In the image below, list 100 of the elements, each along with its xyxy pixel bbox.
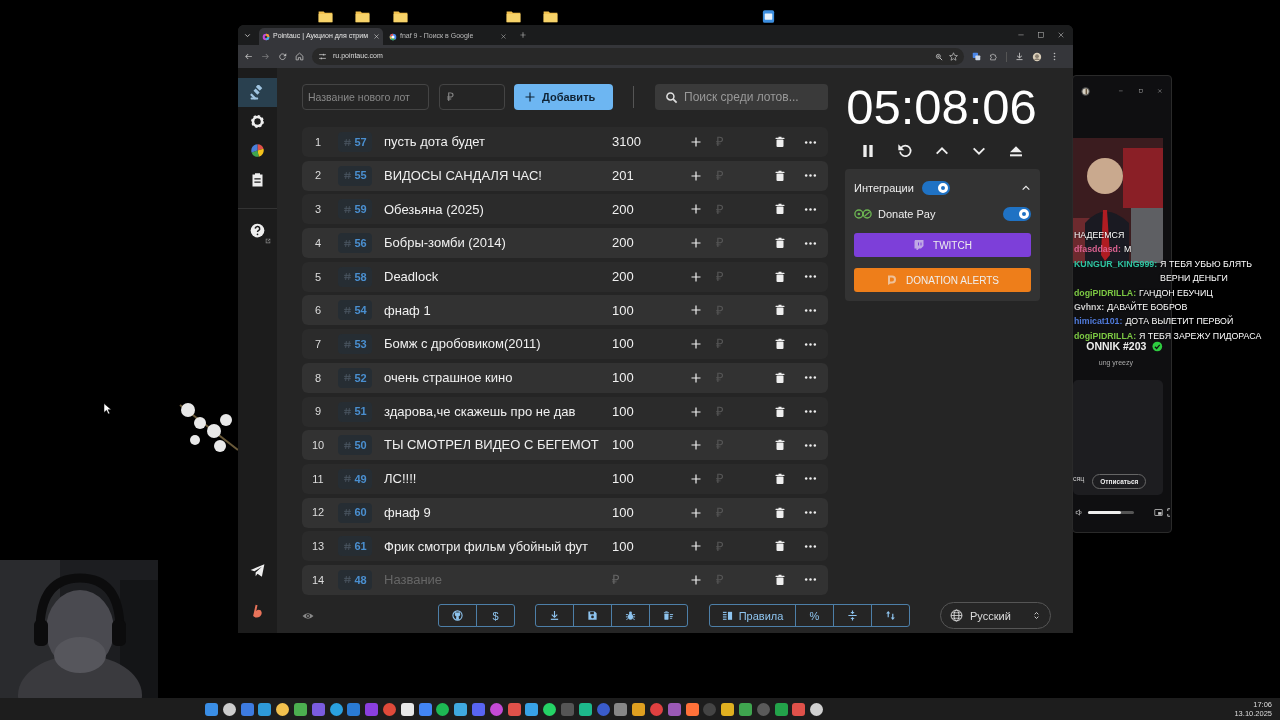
percent-button[interactable]: % xyxy=(795,604,834,628)
extension-icon[interactable] xyxy=(972,52,981,61)
download-icon[interactable] xyxy=(1015,52,1024,61)
delete-icon[interactable] xyxy=(774,405,786,418)
volume-icon[interactable] xyxy=(1075,508,1084,517)
app-icon[interactable] xyxy=(329,702,343,716)
lot-row[interactable]: 11 49 ЛС!!!! 100 ₽ xyxy=(302,463,828,494)
delete-icon[interactable] xyxy=(774,573,786,586)
restart-icon[interactable] xyxy=(896,143,913,159)
chevron-icon[interactable] xyxy=(1021,183,1031,193)
sort-button[interactable] xyxy=(871,604,910,628)
compress-button[interactable] xyxy=(833,604,872,628)
app-icon[interactable] xyxy=(721,702,735,716)
add-icon[interactable] xyxy=(690,573,702,586)
lot-row[interactable]: 3 59 Обезьяна (2025) 200 ₽ xyxy=(302,194,828,225)
rules-button[interactable]: Правила xyxy=(709,604,796,628)
site-info-icon[interactable] xyxy=(318,52,327,61)
app-icon[interactable] xyxy=(436,702,450,716)
volume-slider[interactable] xyxy=(1088,511,1134,514)
add-icon[interactable] xyxy=(690,338,702,351)
lot-row[interactable]: 12 60 фнаф 9 100 ₽ xyxy=(302,497,828,528)
close-icon[interactable] xyxy=(1157,87,1163,95)
app-icon[interactable] xyxy=(276,702,290,716)
add-icon[interactable] xyxy=(690,237,702,250)
add-icon[interactable] xyxy=(690,540,702,553)
app-icon[interactable] xyxy=(578,702,592,716)
delete-icon[interactable] xyxy=(774,136,786,148)
app-icon[interactable] xyxy=(810,702,824,716)
app-icon[interactable] xyxy=(632,702,646,716)
add-lot-button[interactable]: Добавить xyxy=(514,84,613,110)
sidebar-item[interactable] xyxy=(238,78,277,107)
picture-in-picture-icon[interactable] xyxy=(1154,508,1163,517)
delete-icon[interactable] xyxy=(774,371,786,384)
add-icon[interactable] xyxy=(690,203,702,216)
back-icon[interactable] xyxy=(244,52,253,61)
toggle-switch[interactable] xyxy=(921,181,950,195)
app-icon[interactable] xyxy=(685,702,699,716)
delete-icon[interactable] xyxy=(774,540,786,553)
delete-icon[interactable] xyxy=(774,506,786,519)
lot-row[interactable]: 8 52 очень страшное кино 100 ₽ xyxy=(302,362,828,393)
home-icon[interactable] xyxy=(295,52,304,61)
add-icon[interactable] xyxy=(690,439,702,452)
app-icon[interactable] xyxy=(525,702,539,716)
lot-row[interactable]: 13 61 Фрик смотри фильм убойный фут 100 ₽ xyxy=(302,531,828,562)
delete-icon[interactable] xyxy=(774,472,786,485)
lot-row[interactable]: 9 51 здарова,че скажешь про не дав 100 ₽ xyxy=(302,396,828,427)
delete-icon[interactable] xyxy=(774,304,786,317)
add-icon[interactable] xyxy=(690,169,702,182)
lot-row[interactable]: 5 58 Deadlock 200 ₽ xyxy=(302,261,828,292)
folder-icon[interactable] xyxy=(543,9,558,25)
toggle-switch[interactable] xyxy=(1003,207,1031,221)
bug-report-button[interactable] xyxy=(611,604,650,628)
folder-icon[interactable] xyxy=(355,9,370,25)
profile-avatar-icon[interactable] xyxy=(1032,51,1042,62)
close-icon[interactable] xyxy=(500,33,507,40)
app-icon[interactable] xyxy=(294,702,307,716)
add-icon[interactable] xyxy=(690,405,702,418)
delete-icon[interactable] xyxy=(774,439,786,452)
add-icon[interactable] xyxy=(690,506,702,519)
folder-icon[interactable] xyxy=(506,9,521,25)
add-icon[interactable] xyxy=(690,304,702,317)
lot-row[interactable]: 2 55 ВИДОСЫ САНДАЛЯ ЧАС! 201 ₽ xyxy=(302,160,828,191)
lot-row[interactable]: 6 54 фнаф 1 100 ₽ xyxy=(302,295,828,326)
twitch-button[interactable]: TWITCH xyxy=(854,233,1031,257)
delete-icon[interactable] xyxy=(774,338,786,351)
github-button[interactable] xyxy=(438,604,477,628)
maximize-icon[interactable] xyxy=(1037,31,1045,39)
download-button[interactable] xyxy=(535,604,574,628)
app-icon[interactable] xyxy=(400,702,414,716)
folder-icon[interactable] xyxy=(393,9,408,25)
delete-icon[interactable] xyxy=(774,270,786,283)
paper-plane-icon[interactable] xyxy=(250,563,265,578)
lot-row[interactable]: 7 53 Бомж с дробовиком(2011) 100 ₽ xyxy=(302,329,828,360)
lot-row[interactable]: 1 57 пусть дота будет 3100 ₽ xyxy=(302,127,828,157)
reload-icon[interactable] xyxy=(278,52,287,61)
close-icon[interactable] xyxy=(1057,31,1065,39)
add-icon[interactable] xyxy=(690,270,702,283)
delete-icon[interactable] xyxy=(774,237,786,250)
lot-row[interactable]: 4 56 Бобры-зомби (2014) 200 ₽ xyxy=(302,228,828,259)
app-icon[interactable] xyxy=(222,702,236,716)
maximize-icon[interactable] xyxy=(1137,87,1144,95)
app-icon[interactable] xyxy=(454,702,468,716)
zoom-icon[interactable] xyxy=(935,52,943,61)
save-button[interactable] xyxy=(573,604,612,628)
add-icon[interactable] xyxy=(690,472,702,485)
bookmark-star-icon[interactable] xyxy=(949,52,958,61)
add-icon[interactable] xyxy=(690,136,702,148)
lot-row[interactable]: 10 50 ТЫ СМОТРЕЛ ВИДЕО С БЕГЕМОТ 100 ₽ xyxy=(302,430,828,461)
notes-app-icon[interactable] xyxy=(761,9,776,25)
extensions-icon[interactable] xyxy=(989,52,998,61)
avatar-icon[interactable] xyxy=(1081,84,1091,98)
folder-icon[interactable] xyxy=(318,9,333,25)
donate-button[interactable]: $ xyxy=(476,604,515,628)
search-field[interactable]: Поиск среди лотов... xyxy=(655,84,828,110)
clear-list-button[interactable] xyxy=(649,604,688,628)
add-icon[interactable] xyxy=(690,371,702,384)
amount-field[interactable]: ₽ xyxy=(439,84,505,110)
support-logo-icon[interactable] xyxy=(250,604,265,619)
delete-icon[interactable] xyxy=(774,169,786,182)
app-icon[interactable] xyxy=(543,702,557,716)
